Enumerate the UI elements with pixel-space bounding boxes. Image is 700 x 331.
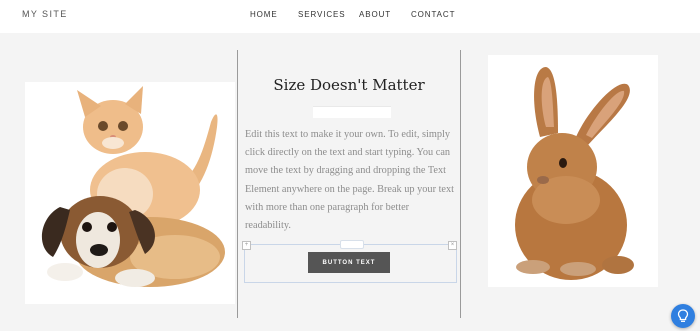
- nav-item-contact[interactable]: CONTACT: [411, 10, 455, 19]
- rabbit-image[interactable]: [488, 55, 658, 287]
- page-title[interactable]: Size Doesn't Matter: [240, 76, 458, 94]
- nav-item-home[interactable]: HOME: [250, 10, 278, 19]
- title-underline: [313, 106, 391, 118]
- nav-item-about[interactable]: ABOUT: [359, 10, 391, 19]
- kitten-puppy-image[interactable]: [25, 82, 235, 304]
- column-divider-left: [237, 50, 238, 318]
- lightbulb-icon: [677, 309, 689, 322]
- resize-handle-icon[interactable]: +: [242, 241, 251, 250]
- help-button[interactable]: [671, 304, 695, 328]
- site-header: MY SITE HOME SERVICES ABOUT CONTACT: [0, 0, 700, 33]
- close-handle-icon[interactable]: ×: [448, 241, 457, 250]
- button-text-button[interactable]: BUTTON TEXT: [308, 252, 390, 273]
- body-paragraph[interactable]: Edit this text to make it your own. To e…: [245, 126, 457, 235]
- column-divider-right: [460, 50, 461, 318]
- nav-item-services[interactable]: SERVICES: [298, 10, 346, 19]
- kitten-puppy-illustration: [41, 86, 225, 287]
- selection-label-tag: [340, 240, 364, 249]
- rabbit-illustration: [515, 67, 634, 280]
- main-nav: HOME SERVICES ABOUT CONTACT: [0, 10, 700, 24]
